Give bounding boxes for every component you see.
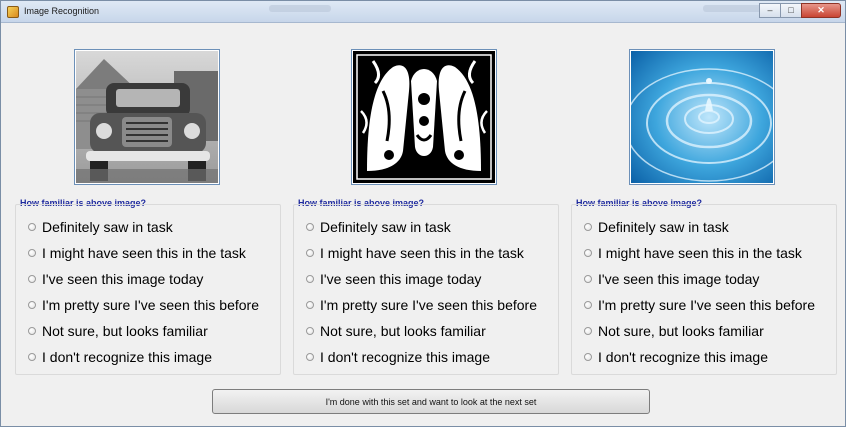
radio-button[interactable] [306, 249, 314, 257]
option-label: I don't recognize this image [320, 349, 490, 365]
option-label: I might have seen this in the task [42, 245, 246, 261]
option-label: I've seen this image today [598, 271, 760, 287]
vintage-truck-photo [74, 49, 220, 185]
title-bar-blur [269, 5, 331, 12]
option-label: I might have seen this in the task [598, 245, 802, 261]
radio-button[interactable] [28, 275, 36, 283]
option-dont-recognize[interactable]: I don't recognize this image [584, 346, 768, 368]
option-label: I don't recognize this image [598, 349, 768, 365]
radio-button[interactable] [584, 353, 592, 361]
option-seen-today[interactable]: I've seen this image today [28, 268, 203, 290]
radio-button[interactable] [28, 327, 36, 335]
option-label: I've seen this image today [320, 271, 482, 287]
option-not-sure[interactable]: Not sure, but looks familiar [28, 320, 208, 342]
radio-button[interactable] [28, 223, 36, 231]
option-not-sure[interactable]: Not sure, but looks familiar [584, 320, 764, 342]
option-pretty-sure[interactable]: I'm pretty sure I've seen this before [28, 294, 259, 316]
option-label: Definitely saw in task [320, 219, 451, 235]
window-controls: – □ ✕ [759, 3, 841, 19]
option-label: Definitely saw in task [42, 219, 173, 235]
radio-button[interactable] [306, 327, 314, 335]
radio-button[interactable] [306, 275, 314, 283]
app-window: Image Recognition – □ ✕ How familiar is … [0, 0, 846, 427]
radio-button[interactable] [306, 223, 314, 231]
option-label: I'm pretty sure I've seen this before [598, 297, 815, 313]
option-label: Not sure, but looks familiar [42, 323, 208, 339]
option-label: Definitely saw in task [598, 219, 729, 235]
option-label: Not sure, but looks familiar [598, 323, 764, 339]
option-definitely-saw[interactable]: Definitely saw in task [306, 216, 451, 238]
options-group: Definitely saw in task I might have seen… [293, 204, 559, 375]
option-label: I'm pretty sure I've seen this before [320, 297, 537, 313]
option-pretty-sure[interactable]: I'm pretty sure I've seen this before [306, 294, 537, 316]
option-dont-recognize[interactable]: I don't recognize this image [306, 346, 490, 368]
radio-button[interactable] [28, 301, 36, 309]
radio-button[interactable] [306, 353, 314, 361]
options-group: Definitely saw in task I might have seen… [571, 204, 837, 375]
minimize-icon[interactable]: – [759, 3, 781, 18]
radio-button[interactable] [306, 301, 314, 309]
option-seen-today[interactable]: I've seen this image today [306, 268, 481, 290]
options-group: Definitely saw in task I might have seen… [15, 204, 281, 375]
option-pretty-sure[interactable]: I'm pretty sure I've seen this before [584, 294, 815, 316]
option-label: I'm pretty sure I've seen this before [42, 297, 259, 313]
radio-button[interactable] [28, 249, 36, 257]
ornate-letter-m-woodcut [351, 49, 497, 185]
maximize-icon[interactable]: □ [780, 3, 802, 18]
option-label: Not sure, but looks familiar [320, 323, 486, 339]
radio-button[interactable] [28, 353, 36, 361]
option-not-sure[interactable]: Not sure, but looks familiar [306, 320, 486, 342]
water-ripple-photo [629, 49, 775, 185]
option-dont-recognize[interactable]: I don't recognize this image [28, 346, 212, 368]
truck-image [76, 51, 218, 183]
window-title: Image Recognition [24, 6, 100, 16]
image-panel-2: How familiar is above image? Definitely … [291, 23, 563, 383]
radio-button[interactable] [584, 327, 592, 335]
option-definitely-saw[interactable]: Definitely saw in task [28, 216, 173, 238]
option-label: I don't recognize this image [42, 349, 212, 365]
option-definitely-saw[interactable]: Definitely saw in task [584, 216, 729, 238]
option-label: I've seen this image today [42, 271, 204, 287]
app-icon [7, 6, 19, 18]
option-might-have-seen[interactable]: I might have seen this in the task [584, 242, 802, 264]
next-set-button[interactable]: I'm done with this set and want to look … [212, 389, 650, 414]
close-icon[interactable]: ✕ [801, 3, 841, 18]
radio-button[interactable] [584, 249, 592, 257]
radio-button[interactable] [584, 223, 592, 231]
water-image [631, 51, 773, 183]
option-might-have-seen[interactable]: I might have seen this in the task [306, 242, 524, 264]
option-might-have-seen[interactable]: I might have seen this in the task [28, 242, 246, 264]
image-panel-1: How familiar is above image? Definitely … [13, 23, 285, 383]
image-panel-3: How familiar is above image? Definitely … [569, 23, 841, 383]
option-seen-today[interactable]: I've seen this image today [584, 268, 759, 290]
letter-m-image [353, 51, 495, 183]
option-label: I might have seen this in the task [320, 245, 524, 261]
radio-button[interactable] [584, 275, 592, 283]
title-bar[interactable]: Image Recognition – □ ✕ [1, 1, 845, 23]
radio-button[interactable] [584, 301, 592, 309]
